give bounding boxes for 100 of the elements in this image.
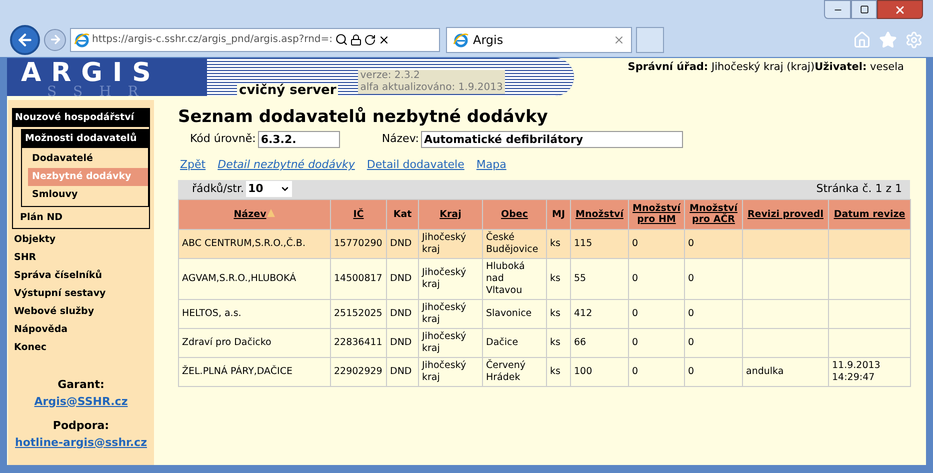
column-header[interactable]: Množství bbox=[570, 199, 628, 229]
table-cell: ks bbox=[550, 336, 560, 348]
back-button[interactable] bbox=[10, 24, 40, 54]
table-cell: Dačice bbox=[486, 336, 518, 348]
table-cell: 0 bbox=[632, 238, 638, 248]
address-bar[interactable]: https://argis-c.sshr.cz/argis_pnd/argis.asp?rnd=: bbox=[70, 28, 440, 52]
text-field[interactable]: 6.3.2. bbox=[258, 131, 340, 148]
search-icon[interactable] bbox=[334, 33, 348, 46]
menu-item[interactable]: Smlouvy bbox=[28, 186, 148, 204]
table-row[interactable]: AGVAM,S.R.O.,HLUBOKÁ 14500817 DND Jihočeský kraj Hluboká nad Vltavou ks 55 0 0 bbox=[178, 258, 910, 299]
nav-link[interactable]: Mapa bbox=[476, 157, 506, 174]
browser-logo-icon bbox=[74, 32, 90, 48]
table-cell: 55 bbox=[574, 272, 586, 284]
table-cell: České Budějovice bbox=[486, 232, 538, 254]
table-cell: ABC CENTRUM,S.R.O.,Č.B. bbox=[182, 238, 306, 248]
table-cell: DND bbox=[390, 238, 412, 248]
close-button[interactable] bbox=[877, 0, 923, 19]
stop-icon[interactable] bbox=[378, 34, 390, 46]
table-cell: 22836411 bbox=[334, 336, 382, 348]
email-link[interactable]: Argis@SSHR.cz bbox=[34, 394, 128, 410]
table-cell: 15770290 bbox=[334, 238, 382, 248]
table-row[interactable]: ŽEL.PLNÁ PÁRY,DAČICE 22902929 DND Jihočeský kraj Červený Hrádek ks 100 0 0 andulka 11.9.2013 14:29:47 bbox=[178, 357, 910, 386]
table-cell: 11.9.2013 14:29:47 bbox=[832, 360, 880, 382]
refresh-icon[interactable] bbox=[364, 34, 376, 46]
new-tab-button[interactable] bbox=[636, 26, 664, 52]
table-cell: 0 bbox=[632, 366, 638, 376]
version-text: verze: 2.3.2 bbox=[360, 70, 421, 82]
nav-link[interactable]: Detail dodavatele bbox=[366, 157, 464, 174]
column-header[interactable]: Kraj bbox=[418, 199, 482, 229]
table-row[interactable]: ABC CENTRUM,S.R.O.,Č.B. 15770290 DND Jihočeský kraj České Budějovice ks 115 0 0 bbox=[178, 229, 910, 258]
table-cell: 0 bbox=[688, 336, 694, 348]
maximize-icon bbox=[860, 5, 868, 14]
table-cell: Jihočeský kraj bbox=[422, 302, 466, 324]
table-cell: 0 bbox=[688, 308, 694, 318]
column-header[interactable]: Množství pro HM bbox=[628, 199, 684, 229]
menu-item[interactable]: SHR bbox=[12, 249, 150, 267]
menu-item[interactable]: Výstupní sestavy bbox=[12, 285, 150, 303]
menu-item[interactable]: Nouzové hospodářství bbox=[13, 109, 149, 127]
table-cell: 0 bbox=[688, 238, 694, 248]
menu-item[interactable]: Správa číselníků bbox=[12, 267, 150, 285]
table-cell: 25152025 bbox=[334, 308, 382, 318]
column-header[interactable]: Množství pro AČR bbox=[684, 199, 742, 229]
menu-item[interactable]: Objekty bbox=[12, 231, 150, 249]
table-cell: DND bbox=[390, 308, 412, 318]
nav-link[interactable]: Detail nezbytné dodávky bbox=[218, 157, 355, 174]
menu-item[interactable]: Plán ND bbox=[17, 209, 149, 227]
table-cell: 115 bbox=[574, 238, 592, 248]
menu-item[interactable]: Možnosti dodavatelů bbox=[22, 130, 148, 148]
table-cell: 0 bbox=[688, 272, 694, 284]
table-cell: Zdraví pro Dačicko bbox=[182, 336, 272, 348]
table-cell: Jihočeský kraj bbox=[422, 266, 466, 290]
menu-item[interactable]: Webové služby bbox=[12, 303, 150, 321]
column-header[interactable]: Obec bbox=[482, 199, 546, 229]
browser-tab[interactable]: Argis bbox=[446, 26, 632, 52]
menu-item[interactable]: Konec bbox=[12, 339, 150, 357]
menu-item[interactable]: Dodavatelé bbox=[28, 150, 148, 168]
close-tab-icon[interactable] bbox=[613, 34, 625, 46]
contact-label: Podpora: bbox=[52, 418, 110, 434]
contact-label: Garant: bbox=[58, 377, 104, 393]
table-row[interactable]: HELTOS, a.s. 25152025 DND Jihočeský kraj Slavonice ks 412 0 0 bbox=[178, 299, 910, 328]
table-cell: DND bbox=[390, 366, 412, 376]
table-cell: 66 bbox=[574, 336, 586, 348]
updated-text: alfa aktualizováno: 1.9.2013 bbox=[360, 82, 503, 94]
column-header[interactable]: Název bbox=[178, 199, 330, 229]
column-header[interactable]: Datum revize bbox=[828, 199, 910, 229]
table-cell: 0 bbox=[688, 366, 694, 376]
table-cell: 100 bbox=[574, 366, 592, 376]
column-header: Kat bbox=[386, 199, 418, 229]
maximize-button[interactable] bbox=[851, 0, 877, 19]
table-cell: Hluboká nad Vltavou bbox=[486, 260, 525, 296]
arrow-right-icon bbox=[48, 33, 62, 46]
table-cell: ks bbox=[550, 366, 560, 376]
text-field[interactable]: Automatické defibrilátory bbox=[420, 131, 683, 148]
field-label: Kód úrovně: bbox=[190, 131, 256, 148]
rows-per-page-label: řádků/str. bbox=[192, 180, 244, 197]
table-cell: ŽEL.PLNÁ PÁRY,DAČICE bbox=[182, 366, 292, 376]
table-cell: 0 bbox=[632, 336, 638, 348]
table-cell: DND bbox=[390, 272, 412, 284]
table-row[interactable]: Zdraví pro Dačicko 22836411 DND Jihočeský kraj Dačice ks 66 0 0 bbox=[178, 328, 910, 357]
table-cell: ks bbox=[550, 272, 560, 284]
menu-item[interactable]: Nápověda bbox=[12, 321, 150, 339]
rows-per-page-select[interactable]: 10 bbox=[246, 181, 292, 197]
table-cell: 0 bbox=[632, 272, 638, 284]
table-cell: 412 bbox=[574, 308, 592, 318]
close-icon bbox=[894, 4, 906, 16]
subtitle-text: cvičný server bbox=[237, 84, 338, 98]
table-cell: 22902929 bbox=[334, 366, 382, 376]
table-cell: ks bbox=[550, 238, 560, 248]
forward-button[interactable] bbox=[44, 28, 66, 50]
table-cell: 0 bbox=[632, 308, 638, 318]
page-title: Seznam dodavatelů nezbytné dodávky bbox=[178, 106, 549, 128]
table-cell: Jihočeský kraj bbox=[422, 330, 466, 354]
table-cell: andulka bbox=[746, 366, 784, 376]
column-header: MJ bbox=[546, 199, 570, 229]
column-header[interactable]: Revizi provedl bbox=[742, 199, 828, 229]
email-link[interactable]: hotline-argis@sshr.cz bbox=[15, 434, 147, 451]
page-info: Stránka č. 1 z 1 bbox=[816, 180, 902, 197]
user-info-text: Správní úřad: Jihočeský kraj (kraj)Uživatel: vesela bbox=[628, 60, 904, 75]
column-header[interactable]: IČ bbox=[330, 199, 386, 229]
nav-link[interactable]: Zpět bbox=[180, 157, 206, 174]
